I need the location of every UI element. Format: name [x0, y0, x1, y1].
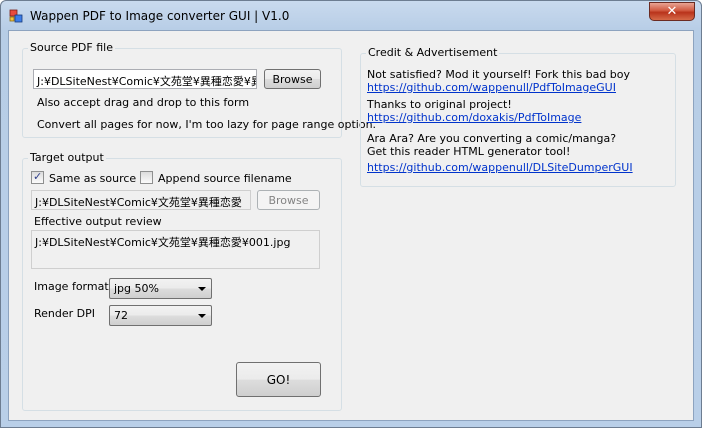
go-button[interactable]: GO! [236, 362, 321, 397]
title-bar[interactable]: Wappen PDF to Image converter GUI | V1.0… [1, 1, 701, 31]
chevron-down-icon [198, 287, 206, 291]
source-pdf-group-title: Source PDF file [28, 41, 115, 54]
output-review-label: Effective output review [34, 215, 162, 228]
app-window: Wappen PDF to Image converter GUI | V1.0… [0, 0, 702, 428]
credit-thanks-text: Thanks to original project! [367, 98, 512, 111]
output-review-box: J:¥DLSiteNest¥Comic¥文苑堂¥異種恋愛¥001.jpg [31, 230, 320, 269]
credit-link-pdftoimage[interactable]: https://github.com/doxakis/PdfToImage [367, 111, 581, 124]
target-path-input[interactable]: J:¥DLSiteNest¥Comic¥文苑堂¥異種恋愛 [31, 190, 251, 210]
append-filename-label[interactable]: Append source filename [158, 172, 292, 185]
target-browse-button[interactable]: Browse [257, 190, 320, 210]
source-path-input[interactable]: J:¥DLSiteNest¥Comic¥文苑堂¥異種恋愛¥異 [33, 69, 257, 89]
window-title: Wappen PDF to Image converter GUI | V1.0 [30, 9, 290, 23]
credit-group-title: Credit & Advertisement [366, 46, 500, 59]
app-window-icon [9, 9, 23, 23]
close-button[interactable]: ✕ [649, 2, 695, 21]
source-browse-button[interactable]: Browse [264, 69, 321, 89]
credit-link-dlsitedumpergui[interactable]: https://github.com/wappenull/DLSiteDumpe… [367, 161, 633, 174]
credit-comic-text: Ara Ara? Are you converting a comic/mang… [367, 132, 617, 145]
chevron-down-icon [198, 314, 206, 318]
credit-tool-text: Get this reader HTML generator tool! [367, 145, 571, 158]
drag-drop-hint: Also accept drag and drop to this form [37, 96, 250, 109]
image-format-select[interactable]: jpg 50% [109, 278, 212, 299]
image-format-label: Image format [34, 280, 109, 293]
same-as-source-checkbox[interactable]: ✓ [31, 170, 44, 184]
render-dpi-value: 72 [114, 309, 128, 322]
credit-link-pdftoimagegui[interactable]: https://github.com/wappenull/PdfToImageG… [367, 81, 616, 94]
append-filename-checkbox[interactable] [140, 171, 153, 184]
checkmark-icon: ✓ [33, 170, 43, 183]
render-dpi-select[interactable]: 72 [109, 305, 212, 326]
render-dpi-label: Render DPI [34, 307, 96, 320]
close-icon: ✕ [666, 4, 678, 19]
credit-fork-text: Not satisfied? Mod it yourself! Fork thi… [367, 68, 631, 81]
same-as-source-label[interactable]: Same as source [49, 172, 136, 185]
image-format-value: jpg 50% [114, 282, 159, 295]
form-body: Source PDF file J:¥DLSiteNest¥Comic¥文苑堂¥… [8, 30, 694, 421]
page-range-hint: Convert all pages for now, I'm too lazy … [37, 118, 377, 131]
target-output-group-title: Target output [28, 151, 106, 164]
